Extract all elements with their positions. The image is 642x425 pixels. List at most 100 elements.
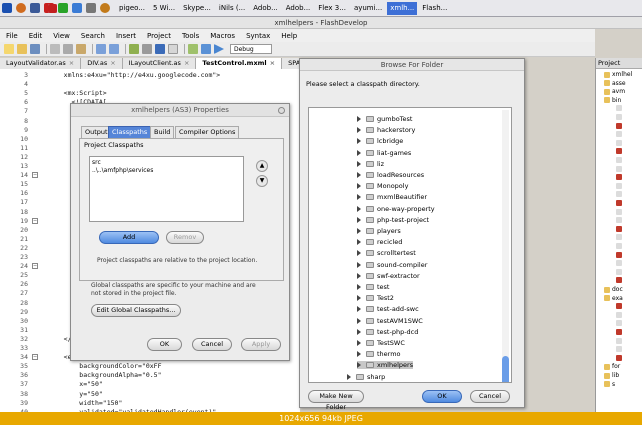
taskbar-item[interactable]: Flex 3... <box>48 2 349 15</box>
folder-item[interactable]: TestSWC <box>357 339 405 347</box>
folder-item[interactable]: testAVM1SWC <box>357 317 423 325</box>
code-line[interactable]: backgroundAlpha="0.5" <box>48 371 161 379</box>
project-tree-item[interactable] <box>616 200 624 206</box>
fold-toggle-icon[interactable]: − <box>32 172 38 179</box>
configuration-select[interactable]: Debug <box>230 44 272 54</box>
expand-arrow-icon[interactable] <box>357 306 361 313</box>
folder-item[interactable]: php-test-project <box>357 216 429 224</box>
ok-button[interactable]: OK <box>147 338 182 351</box>
menu-item-search[interactable]: Search <box>81 32 105 40</box>
close-icon[interactable]: × <box>184 59 189 68</box>
fold-toggle-icon[interactable]: − <box>32 263 38 270</box>
project-tree-item[interactable] <box>616 114 624 120</box>
project-tree-item[interactable]: exa <box>604 295 623 302</box>
taskbar-item[interactable]: pigeo... <box>48 2 148 15</box>
app-icon[interactable] <box>58 3 68 13</box>
project-tree-item[interactable] <box>616 105 624 112</box>
app-icon[interactable] <box>72 3 82 13</box>
project-tree-item[interactable] <box>616 157 624 163</box>
code-line[interactable]: xmlns:e4xu="http://e4xu.googlecode.com"> <box>48 71 221 79</box>
folder-item[interactable]: test-php-dcd <box>357 328 418 336</box>
folder-item[interactable]: xmlhelpers <box>357 361 414 370</box>
expand-arrow-icon[interactable] <box>357 284 361 290</box>
move-down-button[interactable]: ▼ <box>256 175 268 187</box>
folder-tree[interactable]: gumboTest hackerstory lcbridge liat-games li… <box>308 107 512 383</box>
editor-tab[interactable]: ILayoutClient.as × <box>122 58 197 69</box>
open-icon[interactable] <box>17 44 27 54</box>
project-tree-item[interactable] <box>616 337 624 344</box>
project-tree-item[interactable] <box>616 208 624 215</box>
taskbar-item[interactable]: iNils (... <box>48 2 248 15</box>
expand-arrow-icon[interactable] <box>357 250 361 257</box>
folder-item[interactable]: one-way-property <box>357 205 435 213</box>
folder-item[interactable]: Test2 <box>357 294 394 302</box>
folder-item[interactable]: Monopoly <box>357 182 408 190</box>
cut-icon[interactable] <box>50 44 60 54</box>
app-icon[interactable] <box>100 3 110 13</box>
menu-item-edit[interactable]: Edit <box>29 32 43 40</box>
edit-global-classpaths-button[interactable]: Edit Global Classpaths... <box>91 304 181 317</box>
firefox-icon[interactable] <box>16 3 26 13</box>
project-icon[interactable] <box>155 44 165 54</box>
folder-item[interactable]: thermo <box>357 350 401 358</box>
vertical-scrollbar[interactable] <box>502 110 509 382</box>
close-icon[interactable]: × <box>69 59 74 68</box>
expand-arrow-icon[interactable] <box>357 194 361 201</box>
project-tree-item[interactable] <box>616 243 624 249</box>
folder-item[interactable]: recicled <box>357 238 402 246</box>
editor-tab[interactable]: LayoutValidator.as × <box>0 58 82 69</box>
project-tree-item[interactable] <box>616 191 624 198</box>
code-line[interactable]: x="50" <box>48 380 103 388</box>
project-tree-item[interactable] <box>616 311 624 318</box>
apple-icon[interactable] <box>2 3 12 13</box>
tab-build[interactable]: Build <box>150 126 175 138</box>
expand-arrow-icon[interactable] <box>357 328 361 335</box>
menu-item-project[interactable]: Project <box>147 32 171 40</box>
ok-button[interactable]: OK <box>422 390 462 403</box>
taskbar-item[interactable]: xmlh... <box>48 1 418 15</box>
project-tree-item[interactable]: bin <box>604 97 621 104</box>
expand-arrow-icon[interactable] <box>357 261 361 268</box>
expand-arrow-icon[interactable] <box>357 351 361 358</box>
expand-arrow-icon[interactable] <box>357 272 361 279</box>
expand-arrow-icon[interactable] <box>357 216 361 223</box>
project-tree-item[interactable] <box>616 268 624 275</box>
menu-item-insert[interactable]: Insert <box>116 32 136 40</box>
menu-item-help[interactable]: Help <box>281 32 297 40</box>
folder-item[interactable]: test-add-swc <box>357 305 419 313</box>
project-tree-item[interactable] <box>616 148 624 155</box>
editor-tab[interactable]: DIV.as × <box>81 58 123 69</box>
project-tree-item[interactable]: avm <box>604 88 625 95</box>
expand-arrow-icon[interactable] <box>357 205 361 212</box>
code-line[interactable]: <mx:Script> <box>48 89 107 97</box>
folder-item[interactable]: mxmlBeautifier <box>357 193 427 201</box>
code-line[interactable]: backgroundColor="0xFF <box>48 362 161 370</box>
code-line[interactable]: width="150" <box>48 399 122 407</box>
redo-icon[interactable] <box>109 44 119 54</box>
paste-icon[interactable] <box>76 44 86 54</box>
fold-toggle-icon[interactable]: − <box>32 354 38 361</box>
menu-item-tools[interactable]: Tools <box>182 32 199 40</box>
expand-arrow-icon[interactable] <box>357 317 361 324</box>
save-icon[interactable] <box>30 44 40 54</box>
menu-item-syntax[interactable]: Syntax <box>246 32 270 40</box>
find-icon[interactable] <box>142 44 152 54</box>
list-item[interactable]: ..\..\amfphp\services <box>92 167 153 174</box>
project-tree-item[interactable] <box>616 139 624 146</box>
folder-item[interactable]: scrolltertest <box>357 249 416 257</box>
expand-arrow-icon[interactable] <box>357 160 361 167</box>
classpath-list[interactable]: src ..\..\amfphp\services <box>89 156 244 222</box>
window-icon[interactable] <box>168 44 178 54</box>
make-new-folder-button[interactable]: Make New Folder <box>308 390 364 411</box>
folder-item[interactable]: sharp <box>347 373 385 381</box>
menu-item-macros[interactable]: Macros <box>210 32 235 40</box>
project-tree-item[interactable]: asse <box>604 80 626 87</box>
project-tree-item[interactable]: doc <box>604 286 623 293</box>
undo-icon[interactable] <box>96 44 106 54</box>
new-file-icon[interactable] <box>4 44 14 54</box>
project-tree-item[interactable] <box>616 260 624 267</box>
project-tree-item[interactable]: xmlhel <box>604 71 632 78</box>
taskbar-item[interactable]: 5 Wi... <box>48 2 178 15</box>
taskbar-item[interactable]: Adob... <box>48 2 314 15</box>
project-tree-item[interactable] <box>616 174 624 181</box>
